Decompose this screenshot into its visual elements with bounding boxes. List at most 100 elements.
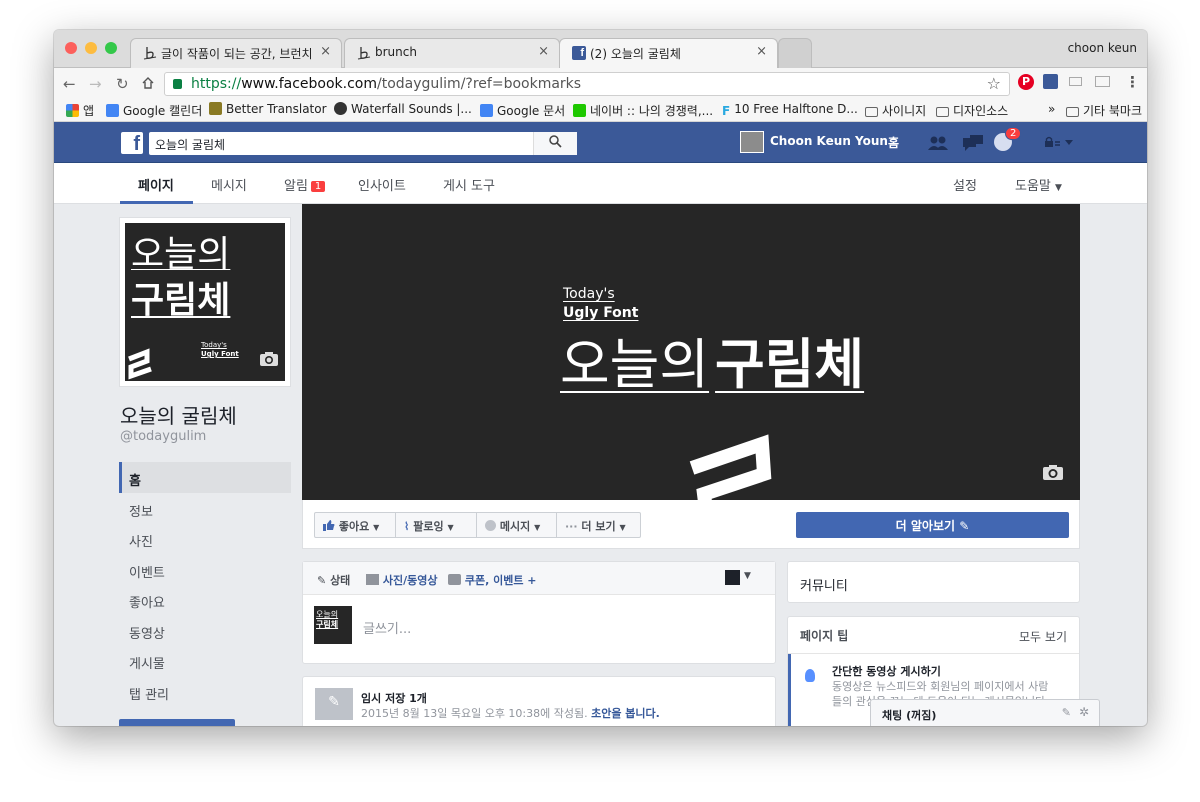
search-button[interactable] xyxy=(533,132,577,155)
side-item-posts[interactable]: 게시물 xyxy=(119,645,291,676)
follow-button[interactable]: ⌇ 팔로잉 ▼ xyxy=(396,512,477,538)
apps-grid-icon xyxy=(66,104,79,117)
camera-icon[interactable] xyxy=(1042,464,1064,481)
settings-link[interactable]: 설정 xyxy=(953,175,977,194)
composer-tab-photo[interactable]: 사진/동영상 xyxy=(366,572,437,588)
bookmark-item[interactable]: 네이버 :: 나의 경쟁력,... xyxy=(573,102,713,119)
privacy-menu-icon[interactable] xyxy=(1044,136,1078,148)
chat-label: 채팅 (꺼짐) xyxy=(882,709,937,722)
side-item-home[interactable]: 홈 xyxy=(119,462,291,493)
caret-down-icon: ▼ xyxy=(373,523,380,532)
home-link[interactable]: 홈 xyxy=(888,134,899,151)
like-button[interactable]: 좋아요 ▼ xyxy=(314,512,396,538)
close-window-button[interactable] xyxy=(65,42,77,54)
back-icon[interactable]: ← xyxy=(63,75,76,93)
community-title[interactable]: 커뮤니티 xyxy=(800,575,848,594)
search-input[interactable]: 오늘의 굴림체 xyxy=(149,132,577,155)
forward-icon[interactable]: → xyxy=(89,75,102,93)
learn-more-button[interactable]: 더 알아보기 ✎ xyxy=(796,512,1069,538)
view-draft-link[interactable]: 초안을 봅니다. xyxy=(591,707,660,720)
folder-icon xyxy=(865,107,878,117)
caret-down-icon: ▼ xyxy=(619,523,626,532)
browser-user-name[interactable]: choon keun xyxy=(1068,41,1137,55)
gear-icon[interactable]: ✲ xyxy=(1079,705,1089,719)
tab-brunch-1[interactable]: 글이 작품이 되는 공간, 브런치 × xyxy=(130,38,342,68)
tab-facebook[interactable]: f (2) 오늘의 굴림체 × xyxy=(559,38,778,69)
menu-dots-icon[interactable]: ⋮ xyxy=(1125,73,1140,91)
tab-insights[interactable]: 인사이트 xyxy=(358,175,406,194)
tab-messages[interactable]: 메시지 xyxy=(211,175,247,194)
waterfall-icon xyxy=(334,102,347,115)
minimize-window-button[interactable] xyxy=(85,42,97,54)
docs-icon xyxy=(480,104,493,117)
page-name[interactable]: 오늘의 굴림체 xyxy=(120,400,237,429)
side-item-videos[interactable]: 동영상 xyxy=(119,615,291,646)
tab-close-icon[interactable]: × xyxy=(756,44,767,59)
composer-tab-offer[interactable]: 쿠폰, 이벤트 + xyxy=(448,572,537,588)
pinterest-icon[interactable]: P xyxy=(1018,74,1034,90)
side-item-likes[interactable]: 좋아요 xyxy=(119,584,291,615)
side-item-manage-tabs[interactable]: 탭 관리 xyxy=(119,676,291,707)
address-bar[interactable]: https://www.facebook.com/todaygulim/?ref… xyxy=(164,72,1010,96)
help-menu[interactable]: 도움말 ▼ xyxy=(1015,175,1062,194)
bookmark-apps[interactable]: 앱 xyxy=(66,102,94,119)
bookmarks-overflow-icon[interactable]: » xyxy=(1048,102,1055,116)
messages-icon[interactable] xyxy=(962,134,984,152)
cast-icon[interactable] xyxy=(1069,77,1082,86)
side-item-events[interactable]: 이벤트 xyxy=(119,554,291,585)
brunch-b-icon xyxy=(143,47,157,60)
chat-tab[interactable]: 채팅 (꺼짐) ✎ ✲ xyxy=(870,699,1100,726)
draft-pencil-icon: ✎ xyxy=(315,688,353,720)
more-button[interactable]: ··· 더 보기 ▼ xyxy=(557,512,641,538)
tab-close-icon[interactable]: × xyxy=(320,44,331,59)
facebook-header: f 오늘의 굴림체 Choon Keun Youn 홈 2 xyxy=(54,122,1147,163)
friends-icon[interactable] xyxy=(927,135,949,151)
reload-icon[interactable]: ↻ xyxy=(116,75,129,93)
caret-down-icon: ▼ xyxy=(534,523,541,532)
tab-notifications[interactable]: 알림 1 xyxy=(284,175,326,194)
cover-photo[interactable]: Today's Ugly Font 오늘의 구림체 xyxy=(302,204,1080,500)
caret-down-icon: ▼ xyxy=(1055,183,1062,193)
tip-title[interactable]: 간단한 동영상 게시하기 xyxy=(832,663,941,679)
composer-card: ✎ 상태 사진/동영상 쿠폰, 이벤트 + ▼ 오늘의 구림체 글쓰기... xyxy=(302,561,776,664)
compose-icon[interactable]: ✎ xyxy=(1062,706,1071,719)
bookmark-item[interactable]: Google 캘린더 xyxy=(106,102,202,119)
message-button[interactable]: 메시지 ▼ xyxy=(477,512,557,538)
facebook-logo[interactable]: f xyxy=(121,132,143,155)
f-icon: F xyxy=(722,104,731,118)
bookmark-folder[interactable]: 디자인소스 xyxy=(936,102,1008,119)
composer-tab-status[interactable]: ✎ 상태 xyxy=(317,572,350,588)
home-icon[interactable] xyxy=(141,76,155,90)
bookmark-item[interactable]: Google 문서 xyxy=(480,102,565,119)
tab-publishing-tools[interactable]: 게시 도구 xyxy=(443,175,495,194)
profile-name-link[interactable]: Choon Keun Youn xyxy=(770,134,888,148)
page-handle[interactable]: @todaygulim xyxy=(120,429,206,444)
avatar[interactable] xyxy=(740,131,764,153)
bookmark-folder[interactable]: 사이니지 xyxy=(865,102,926,119)
tab-brunch-2[interactable]: brunch × xyxy=(344,38,560,68)
composer-input[interactable]: 글쓰기... xyxy=(363,618,411,637)
tab-close-icon[interactable]: × xyxy=(538,44,549,59)
caret-down-icon[interactable]: ▼ xyxy=(744,571,751,581)
bookmark-item[interactable]: F 10 Free Halftone D... xyxy=(722,102,858,118)
tab-page[interactable]: 페이지 xyxy=(138,175,174,194)
facebook-extension-icon[interactable] xyxy=(1043,74,1058,89)
see-all-link[interactable]: 모두 보기 xyxy=(1019,628,1067,645)
new-tab-button[interactable] xyxy=(778,38,812,68)
create-page-button[interactable] xyxy=(119,719,235,726)
camera-icon[interactable] xyxy=(259,351,279,367)
star-icon[interactable]: ☆ xyxy=(987,74,1001,93)
posting-as-avatar[interactable] xyxy=(725,570,740,585)
side-item-photos[interactable]: 사진 xyxy=(119,523,291,554)
bookmark-item[interactable]: Better Translator xyxy=(209,102,327,116)
community-card: 커뮤니티 xyxy=(787,561,1080,603)
side-item-about[interactable]: 정보 xyxy=(119,493,291,524)
other-bookmarks[interactable]: 기타 북마크 xyxy=(1066,102,1142,119)
zoom-window-button[interactable] xyxy=(105,42,117,54)
cover-stroke-graphic xyxy=(689,434,772,500)
mail-icon[interactable] xyxy=(1095,76,1110,87)
notification-badge: 1 xyxy=(310,181,326,192)
bookmark-item[interactable]: Waterfall Sounds |... xyxy=(334,102,472,116)
bookmarks-bar: 앱 Google 캘린더 Better Translator Waterfall… xyxy=(54,99,1147,122)
profile-picture[interactable]: 오늘의 구림체 Today's Ugly Font xyxy=(119,217,291,387)
